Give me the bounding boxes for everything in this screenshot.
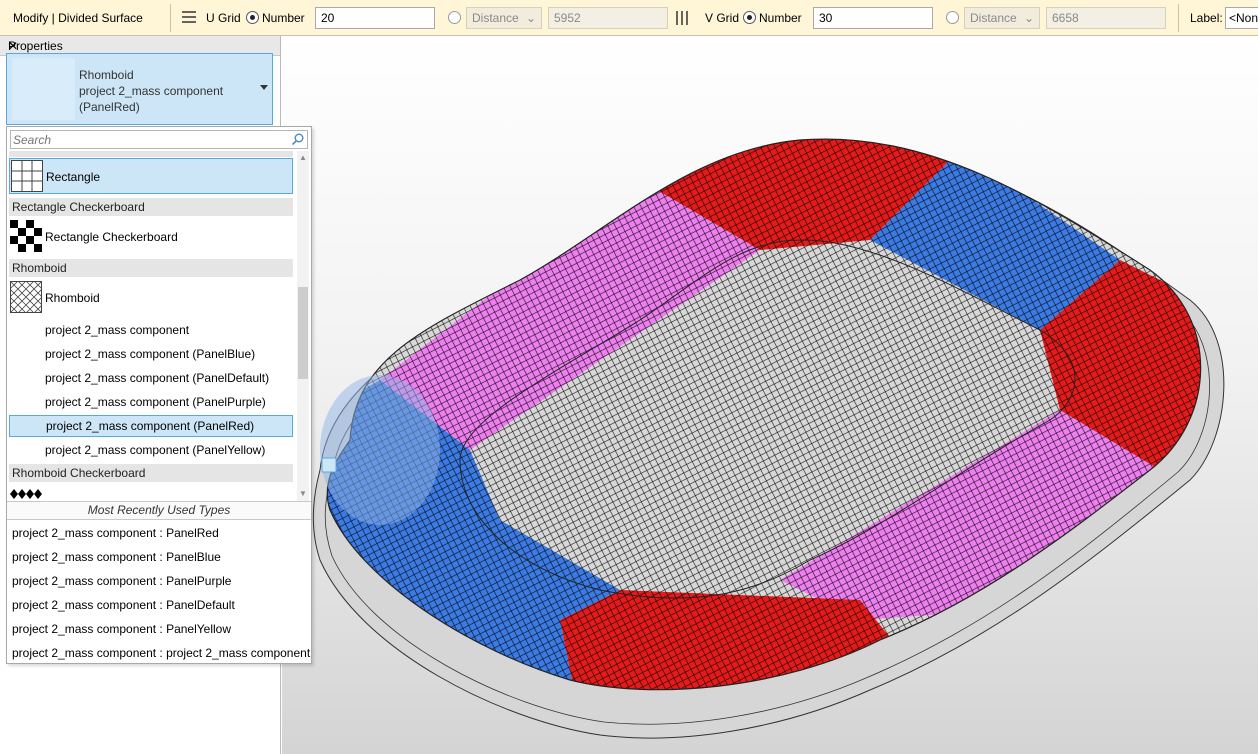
list-item-label: project 2_mass component (PanelRed) xyxy=(46,419,255,433)
mru-item[interactable]: project 2_mass component : project 2_mas… xyxy=(12,646,310,660)
mru-item[interactable]: project 2_mass component : PanelYellow xyxy=(12,622,231,636)
label-caption: Label: xyxy=(1190,11,1223,25)
options-bar: Modify | Divided Surface U Grid Number D… xyxy=(0,0,1258,36)
dropdown-arrow-icon[interactable] xyxy=(260,85,268,90)
list-item-type[interactable]: project 2_mass component xyxy=(9,319,293,341)
group-label: Rectangle Checkerboard xyxy=(12,200,145,214)
chevron-up-icon[interactable]: ▲ xyxy=(299,153,307,162)
list-item-type[interactable]: project 2_mass component (PanelYellow) xyxy=(9,439,293,461)
u-grid-icon xyxy=(182,11,196,23)
list-item-rectangle-checkerboard[interactable]: Rectangle Checkerboard xyxy=(9,219,293,255)
search-icon xyxy=(291,133,304,146)
v-number-radio[interactable] xyxy=(743,11,756,24)
checkerboard-icon xyxy=(10,220,42,252)
v-distance-value: 6658 xyxy=(1046,7,1166,29)
v-grid-label: V Grid xyxy=(705,11,740,25)
mru-item[interactable]: project 2_mass component : PanelDefault xyxy=(12,598,235,612)
u-distance-dropdown[interactable]: Distance ⌄ xyxy=(466,7,542,29)
mru-item[interactable]: project 2_mass component : PanelPurple xyxy=(12,574,231,588)
list-scrollbar[interactable]: ▲ ▼ xyxy=(297,151,309,501)
search-input[interactable] xyxy=(13,132,283,147)
list-group-header: Rhomboid xyxy=(9,259,293,277)
u-grid-label: U Grid xyxy=(206,11,241,25)
list-item-label: project 2_mass component (PanelDefault) xyxy=(45,371,270,385)
list-item-rectangle[interactable]: Rectangle xyxy=(9,158,293,194)
search-box[interactable] xyxy=(10,130,308,149)
type-name-line2: (PanelRed) xyxy=(79,100,140,114)
list-item-label: project 2_mass component (PanelYellow) xyxy=(45,443,266,457)
list-item-type[interactable]: project 2_mass component (PanelDefault) xyxy=(9,367,293,389)
group-label: Rhomboid Checkerboard xyxy=(12,466,146,480)
list-item-label: Rectangle xyxy=(46,170,101,184)
v-distance-radio[interactable] xyxy=(946,11,959,24)
label-select[interactable]: <Non xyxy=(1225,7,1258,29)
list-group-header: Rectangle Checkerboard xyxy=(9,198,293,216)
type-name-line1: project 2_mass component xyxy=(79,84,224,98)
u-number-input[interactable] xyxy=(315,7,435,29)
u-distance-value: 5952 xyxy=(548,7,668,29)
rhomboid-icon xyxy=(10,281,42,313)
3d-viewport[interactable] xyxy=(282,36,1258,754)
type-list: Rectangle Rectangle Checkerboard Rectang… xyxy=(7,151,297,501)
v-number-input[interactable] xyxy=(813,7,933,29)
u-number-label: Number xyxy=(262,11,305,25)
v-number-label: Number xyxy=(759,11,802,25)
mru-item[interactable]: project 2_mass component : PanelBlue xyxy=(12,550,221,564)
u-distance-radio[interactable] xyxy=(448,11,461,24)
list-item-label: project 2_mass component (PanelBlue) xyxy=(45,347,256,361)
list-item-type[interactable]: project 2_mass component (PanelPurple) xyxy=(9,391,293,413)
stadium-model[interactable] xyxy=(282,36,1258,754)
list-item-label: Rhomboid xyxy=(45,291,100,305)
rhomboid-checkerboard-icon xyxy=(10,489,42,499)
list-item-label: project 2_mass component xyxy=(45,323,190,337)
list-item-type[interactable]: project 2_mass component (PanelBlue) xyxy=(9,343,293,365)
v-grid-icon xyxy=(676,11,688,25)
close-icon[interactable]: ✕ xyxy=(8,39,272,53)
type-selector[interactable]: Rhomboid project 2_mass component (Panel… xyxy=(6,53,273,125)
mru-header: Most Recently Used Types xyxy=(7,501,311,520)
mru-item[interactable]: project 2_mass component : PanelRed xyxy=(12,526,219,540)
u-distance-label: Distance xyxy=(472,11,519,25)
type-preview xyxy=(12,58,75,120)
u-number-radio[interactable] xyxy=(246,11,259,24)
context-title: Modify | Divided Surface xyxy=(13,11,143,25)
v-distance-label: Distance xyxy=(970,11,1017,25)
chevron-down-icon[interactable]: ▼ xyxy=(299,489,307,498)
chevron-down-icon: ⌄ xyxy=(1023,11,1034,25)
type-dropdown: Rectangle Rectangle Checkerboard Rectang… xyxy=(6,126,312,664)
list-item-type-selected[interactable]: project 2_mass component (PanelRed) xyxy=(9,415,293,437)
chevron-down-icon: ⌄ xyxy=(525,11,536,25)
list-item-rhomboid[interactable]: Rhomboid xyxy=(9,280,293,316)
rectangle-grid-icon xyxy=(11,160,43,192)
list-item-label: project 2_mass component (PanelPurple) xyxy=(45,395,266,409)
scrollbar-thumb[interactable] xyxy=(298,287,308,379)
v-distance-dropdown[interactable]: Distance ⌄ xyxy=(964,7,1040,29)
list-item-label: Rectangle Checkerboard xyxy=(45,230,178,244)
list-group-header xyxy=(9,151,293,157)
list-group-header: Rhomboid Checkerboard xyxy=(9,464,293,482)
group-label: Rhomboid xyxy=(12,261,67,275)
type-family-name: Rhomboid xyxy=(79,68,134,82)
